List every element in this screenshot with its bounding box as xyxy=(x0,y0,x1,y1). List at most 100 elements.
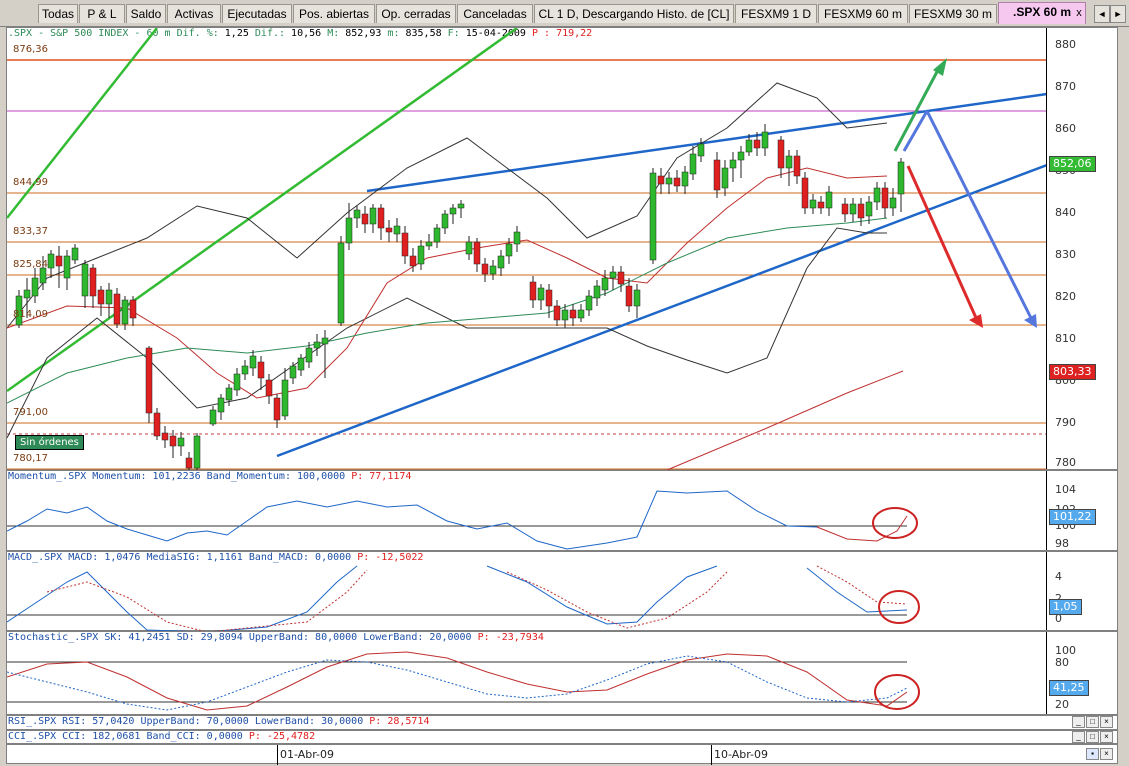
candle-body xyxy=(265,379,273,397)
close-icon[interactable]: × xyxy=(1100,731,1113,743)
rsi-values: RSI_.SPX RSI: 57,0420 UpperBand: 70,0000… xyxy=(8,716,364,727)
candle-body xyxy=(249,355,257,369)
y-tick: 780 xyxy=(1055,456,1076,469)
stochastic-pane[interactable]: Stochastic_.SPX SK: 41,2451 SD: 29,8094 … xyxy=(6,631,1118,715)
close-icon[interactable]: × xyxy=(1100,748,1113,760)
y-tick: 790 xyxy=(1055,416,1076,429)
y-tick: 20 xyxy=(1055,698,1069,711)
macd-badge: 1,05 xyxy=(1049,599,1082,615)
candle-body xyxy=(169,435,177,447)
candle-body xyxy=(345,217,353,244)
candle-body xyxy=(697,143,705,157)
candles xyxy=(15,124,905,471)
tab-ejecutadas[interactable]: Ejecutadas xyxy=(222,4,292,23)
candle-body xyxy=(745,139,753,153)
candle-body xyxy=(297,357,305,371)
tab-pos-abiertas[interactable]: Pos. abiertas xyxy=(293,4,375,23)
momentum-badge: 101,22 xyxy=(1049,509,1096,525)
maximize-icon[interactable]: □ xyxy=(1086,716,1099,728)
no-orders-badge[interactable]: Sin órdenes xyxy=(15,435,84,450)
x-axis-label: 01-Abr-09 xyxy=(280,748,335,761)
price-chart-pane[interactable]: .SPX - S&P 500 INDEX - 60 m Dif. %: 1,25… xyxy=(6,27,1118,471)
momentum-pane[interactable]: Momentum_.SPX Momentum: 101,2236 Band_Mo… xyxy=(6,470,1118,551)
candle-body xyxy=(689,153,697,175)
candle-body xyxy=(529,281,537,301)
tab-bar: Todas P & L Saldo Activas Ejecutadas Pos… xyxy=(0,0,1129,27)
macd-canvas xyxy=(7,565,920,632)
tab-pl[interactable]: P & L xyxy=(79,4,125,23)
candle-body xyxy=(721,167,729,189)
stochastic-canvas xyxy=(7,651,920,711)
candle-body xyxy=(233,373,241,391)
macd-pane[interactable]: MACD_.SPX MACD: 1,0476 MediaSIG: 1,1161 … xyxy=(6,551,1118,632)
candle-body xyxy=(753,139,761,149)
close-tab-icon[interactable]: x xyxy=(1073,7,1085,19)
tab-saldo[interactable]: Saldo xyxy=(126,4,166,23)
cci-header: CCI_.SPX CCI: 182,0681 Band_CCI: 0,0000 … xyxy=(7,731,1117,743)
tab-fesxm9-1d[interactable]: FESXM9 1 D xyxy=(735,4,817,23)
cci-pane[interactable]: CCI_.SPX CCI: 182,0681 Band_CCI: 0,0000 … xyxy=(6,730,1118,744)
candle-body xyxy=(225,387,233,401)
candle-body xyxy=(577,309,585,319)
level-label: 814,09 xyxy=(13,309,48,320)
rsi-header: RSI_.SPX RSI: 57,0420 UpperBand: 70,0000… xyxy=(7,716,1117,728)
candle-body xyxy=(81,263,89,297)
candle-body xyxy=(713,159,721,191)
minimize-icon[interactable]: _ xyxy=(1072,716,1085,728)
close-icon[interactable]: × xyxy=(1100,716,1113,728)
tab-activas[interactable]: Activas xyxy=(167,4,221,23)
y-tick: 870 xyxy=(1055,80,1076,93)
candle-body xyxy=(857,203,865,219)
candle-body xyxy=(401,232,409,257)
minimize-icon[interactable]: _ xyxy=(1072,731,1085,743)
rsi-p-label: P: xyxy=(369,716,382,727)
maximize-icon[interactable]: □ xyxy=(1086,731,1099,743)
y-tick: 810 xyxy=(1055,332,1076,345)
candle-body xyxy=(481,263,489,275)
candle-body xyxy=(569,309,577,319)
level-label: 780,17 xyxy=(13,453,48,464)
candle-body xyxy=(417,245,425,265)
candle-body xyxy=(441,213,449,229)
candle-body xyxy=(409,255,417,267)
tab-cl-1d[interactable]: CL 1 D, Descargando Histo. de [CL] xyxy=(534,4,734,23)
candle-body xyxy=(553,305,561,321)
candle-body xyxy=(537,287,545,301)
tab-fesxm9-30m[interactable]: FESXM9 30 m xyxy=(909,4,997,23)
candle-body xyxy=(881,187,889,209)
candle-body xyxy=(873,187,881,203)
price-chart-canvas[interactable] xyxy=(7,28,1047,471)
tab-op-cerradas[interactable]: Op. cerradas xyxy=(376,4,456,23)
candle-body xyxy=(393,225,401,235)
cci-p-value: -25,4782 xyxy=(266,731,316,742)
candle-body xyxy=(737,151,745,161)
candle-body xyxy=(801,177,809,209)
candle-body xyxy=(63,255,71,279)
rsi-pane[interactable]: RSI_.SPX RSI: 57,0420 UpperBand: 70,0000… xyxy=(6,715,1118,730)
y-tick: 80 xyxy=(1055,656,1069,669)
candle-body xyxy=(353,209,361,219)
stochastic-y-axis: 100 80 60 20 41,25 xyxy=(1046,632,1117,714)
tab-canceladas[interactable]: Canceladas xyxy=(457,4,533,23)
save-icon[interactable]: ▪ xyxy=(1086,748,1099,760)
candle-body xyxy=(841,203,849,215)
candle-body xyxy=(321,337,329,345)
candle-body xyxy=(369,207,377,225)
candle-body xyxy=(681,171,689,187)
candle-body xyxy=(825,191,833,209)
tab-fesxm9-60m[interactable]: FESXM9 60 m xyxy=(818,4,908,23)
tab-scroll-left-icon[interactable]: ◄ xyxy=(1094,5,1110,23)
candle-body xyxy=(257,361,265,379)
candle-body xyxy=(465,241,473,255)
candle-body xyxy=(129,299,137,319)
candle-body xyxy=(785,155,793,169)
candle-body xyxy=(425,241,433,247)
tab-scroll-right-icon[interactable]: ► xyxy=(1110,5,1126,23)
candle-body xyxy=(625,285,633,307)
ma-value-badge: 803,33 xyxy=(1049,364,1096,380)
tab-todas[interactable]: Todas xyxy=(38,4,78,23)
candle-body xyxy=(457,203,465,209)
time-axis: 01-Abr-09 10-Abr-09 ▪ × xyxy=(6,744,1118,765)
candle-body xyxy=(185,457,193,469)
candle-body xyxy=(97,289,105,305)
